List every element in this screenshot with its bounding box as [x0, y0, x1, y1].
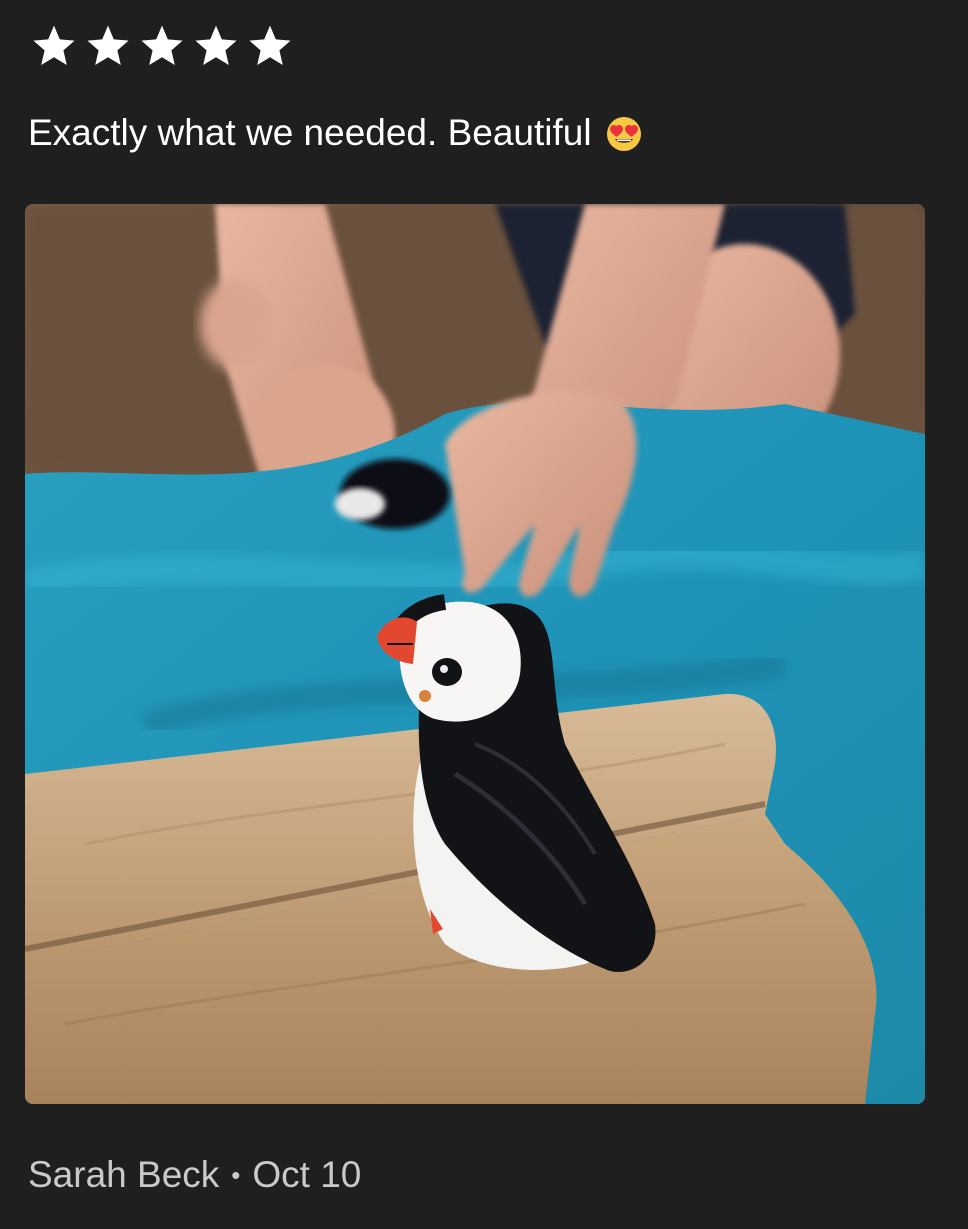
byline-separator: •: [231, 1160, 241, 1190]
author-name[interactable]: Sarah Beck: [28, 1150, 219, 1200]
star-icon: [190, 22, 242, 70]
review-card: Exactly what we needed. Beautiful Sarah …: [0, 0, 968, 1229]
star-icon: [28, 22, 80, 70]
star-icon: [82, 22, 134, 70]
star-icon: [244, 22, 296, 70]
review-date: Oct 10: [252, 1154, 362, 1195]
review-text-row: Exactly what we needed. Beautiful: [28, 108, 642, 158]
review-photo[interactable]: [25, 204, 925, 1104]
star-icon: [136, 22, 188, 70]
puffin-figurine-photo: [25, 204, 925, 1104]
heart-eyes-emoji-icon: [606, 115, 642, 151]
review-text: Exactly what we needed. Beautiful: [28, 112, 592, 153]
review-byline: Sarah Beck • Oct 10: [28, 1150, 361, 1200]
star-rating: [28, 22, 296, 70]
